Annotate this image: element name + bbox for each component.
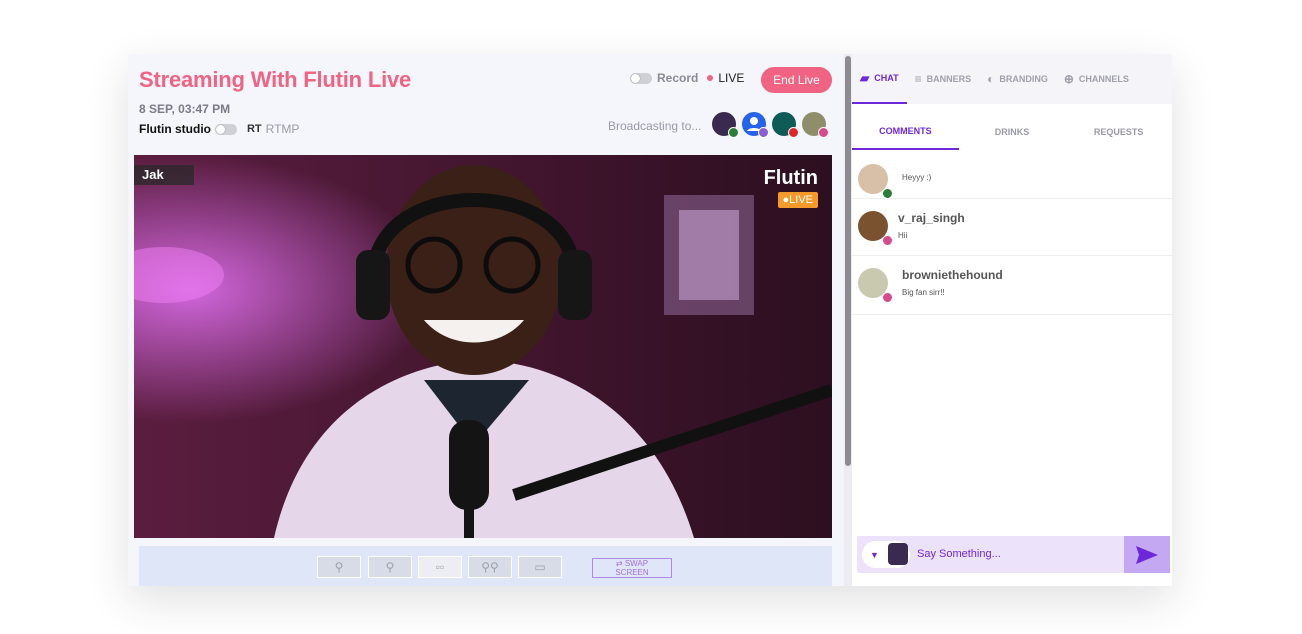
- account-selector[interactable]: ▼: [862, 541, 910, 568]
- record-row: Record LIVE: [630, 71, 744, 85]
- watermark-live: ●LIVE: [777, 192, 818, 208]
- channel-profile[interactable]: [742, 112, 769, 138]
- end-live-button[interactable]: End Live: [761, 67, 832, 93]
- watermark-name: Flutin: [763, 167, 818, 189]
- banners-icon: ≡: [914, 72, 922, 86]
- comment-item: v_raj_singh Hii: [852, 199, 1172, 256]
- streaming-app: Streaming With Flutin Live 8 SEP, 03:47 …: [128, 54, 1172, 586]
- channel-youtube[interactable]: [772, 112, 799, 138]
- side-panel: ▰ CHAT ≡ BANNERS ◐ BRANDING ⊕ CHANNELS C…: [852, 54, 1172, 586]
- stream-title: Streaming With Flutin Live: [139, 67, 412, 92]
- comment-user: v_raj_singh: [898, 211, 965, 225]
- comment-item: Heyyy :): [852, 160, 1172, 199]
- instagram-icon: [882, 292, 893, 303]
- instagram-icon: [818, 127, 829, 138]
- two-person-icon: ▫▫: [435, 560, 445, 574]
- person-icon: ⚲: [334, 560, 344, 574]
- broadcasting-label: Broadcasting to...: [608, 119, 702, 133]
- palette-icon: ◐: [987, 72, 995, 86]
- chat-input[interactable]: [915, 547, 1119, 561]
- channel-avatar[interactable]: [712, 112, 739, 138]
- subtab-comments[interactable]: COMMENTS: [852, 114, 959, 150]
- rtmp-label[interactable]: RTMP: [266, 122, 300, 136]
- comment-text: Hii: [898, 231, 908, 240]
- tab-label: BANNERS: [926, 74, 972, 84]
- avatar: [888, 543, 908, 565]
- layout-split-button[interactable]: ▫▫: [418, 556, 462, 578]
- record-toggle[interactable]: [630, 72, 652, 84]
- layout-single-button[interactable]: ⚲: [317, 556, 361, 578]
- two-person-icon: ⚲⚲: [481, 560, 499, 574]
- subtab-drinks[interactable]: DRINKS: [959, 114, 1066, 150]
- rtmp-icon: RT: [246, 123, 262, 135]
- screen-icon: ▭: [534, 560, 546, 574]
- comment-text: Heyyy :): [902, 173, 932, 182]
- send-button[interactable]: [1124, 536, 1170, 573]
- channel-badge-icon: [758, 127, 769, 138]
- side-tabs: ▰ CHAT ≡ BANNERS ◐ BRANDING ⊕ CHANNELS: [852, 54, 1172, 104]
- chevron-down-icon: ▼: [870, 550, 879, 560]
- comment-list: Heyyy :) v_raj_singh Hii browniethehound…: [852, 160, 1172, 315]
- layout-pip-button[interactable]: ⚲: [368, 556, 412, 578]
- tab-channels[interactable]: ⊕ CHANNELS: [1056, 54, 1137, 104]
- chat-icon: ▰: [860, 71, 870, 85]
- badge-icon: [882, 188, 893, 199]
- layout-screen-button[interactable]: ▭: [518, 556, 562, 578]
- send-icon: [1136, 545, 1158, 564]
- chat-subtabs: COMMENTS DRINKS REQUESTS: [852, 114, 1172, 150]
- stream-datetime: 8 SEP, 03:47 PM: [139, 102, 231, 116]
- chat-compose: ▼: [857, 536, 1170, 573]
- youtube-icon: [788, 127, 799, 138]
- comment-item: browniethehound Big fan sirr!!: [852, 256, 1172, 315]
- video-preview[interactable]: Jak Flutin ●LIVE: [134, 155, 832, 538]
- studio-row: Flutin studio RT RTMP: [139, 122, 299, 136]
- participant-name-tag: Jak: [134, 165, 194, 185]
- swap-screen-button[interactable]: ⇄ SWAP SCREEN: [592, 558, 672, 578]
- tab-chat[interactable]: ▰ CHAT: [852, 54, 907, 104]
- live-status: LIVE: [718, 71, 745, 85]
- subtab-requests[interactable]: REQUESTS: [1065, 114, 1172, 150]
- stream-panel: Streaming With Flutin Live 8 SEP, 03:47 …: [128, 54, 843, 586]
- channel-list: [712, 112, 829, 138]
- streamer-image: [134, 155, 832, 538]
- tab-label: CHANNELS: [1078, 74, 1129, 84]
- comment-user: browniethehound: [902, 268, 1003, 282]
- layout-bar: ⚲ ⚲ ▫▫ ⚲⚲ ▭ ⇄ SWAP SCREEN: [139, 546, 832, 586]
- tab-label: CHAT: [874, 73, 899, 83]
- globe-icon: ⊕: [1063, 72, 1074, 86]
- panel-scrollbar[interactable]: [844, 54, 852, 586]
- studio-toggle[interactable]: [214, 123, 237, 135]
- person-icon: ⚲: [385, 560, 395, 574]
- tab-label: BRANDING: [999, 74, 1048, 84]
- live-dot-icon: [707, 75, 714, 81]
- instagram-icon: [882, 235, 893, 246]
- scroll-thumb[interactable]: [845, 56, 851, 466]
- comment-text: Big fan sirr!!: [902, 288, 945, 297]
- brand-watermark: Flutin ●LIVE: [764, 167, 818, 208]
- studio-label: Flutin studio: [139, 122, 211, 136]
- tab-branding[interactable]: ◐ BRANDING: [979, 54, 1056, 104]
- channel-brand[interactable]: [802, 112, 829, 138]
- channel-badge-icon: [728, 127, 739, 138]
- tab-banners[interactable]: ≡ BANNERS: [907, 54, 980, 104]
- layout-side-button[interactable]: ⚲⚲: [468, 556, 512, 578]
- record-label: Record: [657, 71, 699, 85]
